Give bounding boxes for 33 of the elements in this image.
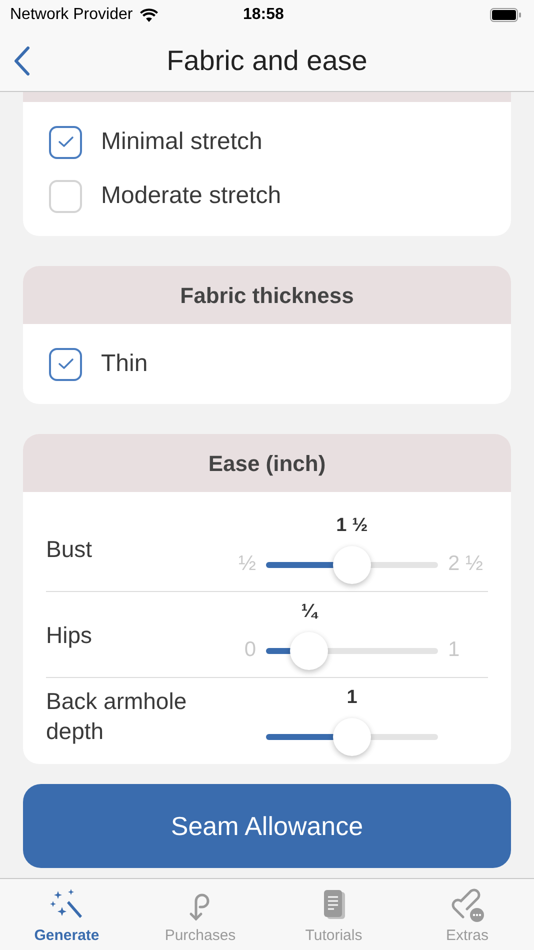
clock-time: 18:58 (243, 5, 284, 25)
ease-label: Back armhole depth (46, 687, 188, 746)
checkbox[interactable] (49, 126, 82, 158)
slider-value: 1 ½ (336, 514, 368, 538)
tab-bar-item[interactable]: Tutorials (267, 879, 400, 950)
option-label: Moderate stretch (101, 181, 282, 211)
slider[interactable] (266, 718, 438, 756)
seam-allowance-button[interactable]: Seam Allowance (23, 784, 511, 868)
slider-value: 1 (346, 686, 358, 710)
tab-bar-item[interactable]: Purchases (134, 879, 267, 950)
slider-thumb[interactable] (333, 546, 371, 584)
screen-title: Fabric and ease (166, 44, 368, 78)
section-title: Ease (inch) (208, 450, 326, 478)
carrier-name: Network Provider (10, 5, 133, 25)
check-icon (58, 358, 74, 370)
slider[interactable] (266, 632, 438, 670)
slider-value: ¼ (301, 600, 317, 624)
check-icon (58, 136, 74, 148)
paperclip-more-icon (449, 887, 486, 923)
battery-icon (490, 7, 522, 23)
checkbox[interactable] (49, 348, 82, 380)
ease-label: Hips (46, 620, 94, 650)
slider-thumb[interactable] (333, 718, 371, 756)
tab-bar-item[interactable]: Extras (400, 879, 534, 950)
back-icon[interactable] (13, 46, 31, 76)
ease-label: Bust (46, 534, 94, 564)
option-label: Thin (101, 349, 148, 379)
slider[interactable] (266, 546, 438, 584)
section-title: Fabric thickness (180, 282, 354, 310)
slider-thumb[interactable] (290, 632, 328, 670)
wifi-icon (138, 8, 159, 22)
option-label: Minimal stretch (101, 127, 262, 157)
tab-bar-item[interactable]: Generate (0, 879, 134, 950)
